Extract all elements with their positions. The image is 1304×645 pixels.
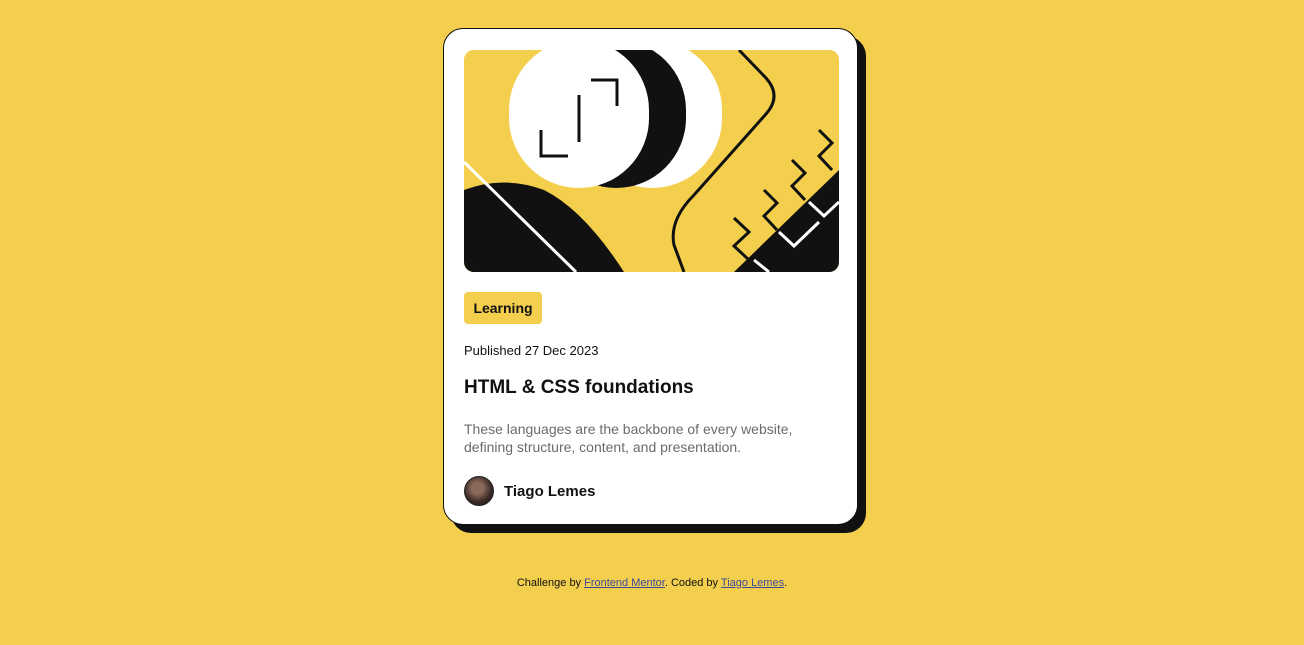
- published-date: Published 27 Dec 2023: [464, 343, 599, 358]
- card-description: These languages are the backbone of ever…: [464, 421, 793, 455]
- attribution-footer: Challenge by Frontend Mentor. Coded by T…: [0, 577, 1304, 589]
- author-name: Tiago Lemes: [504, 482, 596, 500]
- attribution-suffix: .: [784, 577, 788, 589]
- frontend-mentor-link[interactable]: Frontend Mentor: [584, 577, 665, 589]
- author-link[interactable]: Tiago Lemes: [721, 577, 784, 589]
- category-tag[interactable]: Learning: [464, 292, 542, 324]
- avatar: [464, 476, 494, 506]
- card-title[interactable]: HTML & CSS foundations: [464, 377, 694, 399]
- blog-preview-card: Learning Published 27 Dec 2023 HTML & CS…: [443, 28, 858, 525]
- hero-illustration-graphic: [464, 50, 839, 272]
- attribution-prefix: Challenge by: [516, 577, 582, 589]
- attribution-middle: . Coded by: [664, 577, 719, 589]
- hero-illustration: [464, 50, 839, 272]
- author: Tiago Lemes: [464, 476, 595, 506]
